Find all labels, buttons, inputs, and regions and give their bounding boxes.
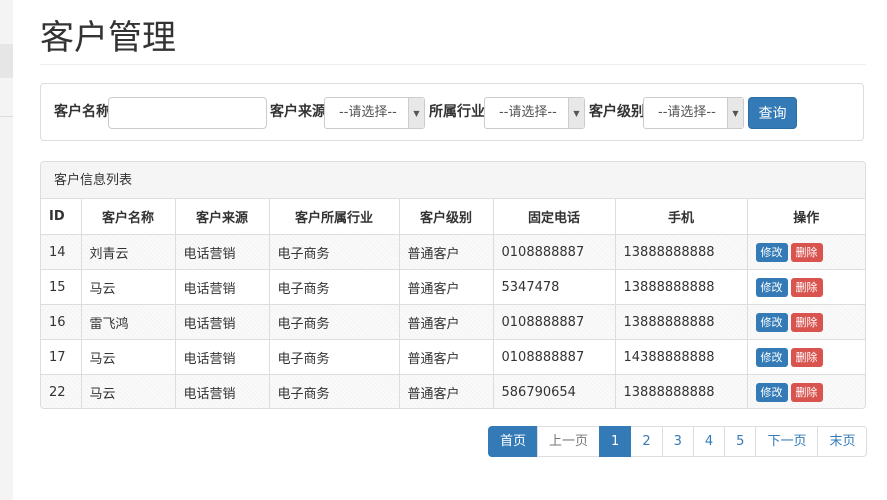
column-header: 固定电话 bbox=[493, 199, 616, 235]
cell-industry: 电子商务 bbox=[269, 234, 400, 270]
cell-mobile: 14388888888 bbox=[615, 339, 748, 375]
edit-button[interactable]: 修改 bbox=[755, 312, 788, 332]
sidebar-active-item[interactable] bbox=[0, 44, 13, 78]
cell-actions: 修改 删除 bbox=[747, 304, 865, 340]
cell-name: 刘青云 bbox=[81, 234, 176, 270]
table-row: 16 雷飞鸿 电话营销 电子商务 普通客户 0108888887 1388888… bbox=[41, 304, 865, 340]
chevron-down-icon: ▼ bbox=[408, 98, 424, 128]
cell-name: 马云 bbox=[81, 269, 176, 305]
cell-industry: 电子商务 bbox=[269, 304, 400, 340]
delete-button[interactable]: 删除 bbox=[790, 242, 823, 262]
cell-industry: 电子商务 bbox=[269, 269, 400, 305]
customer-level-value: --请选择-- bbox=[658, 105, 716, 120]
customer-source-value: --请选择-- bbox=[339, 105, 397, 120]
cell-source: 电话营销 bbox=[175, 234, 270, 270]
page-link-1[interactable]: 1 bbox=[599, 426, 632, 457]
cell-source: 电话营销 bbox=[175, 339, 270, 375]
page-link-4[interactable]: 4 bbox=[692, 426, 726, 457]
customer-level-label: 客户级别 bbox=[589, 104, 645, 120]
customer-source-label: 客户来源 bbox=[270, 104, 326, 120]
cell-phone: 0108888887 bbox=[493, 339, 616, 375]
cell-phone: 586790654 bbox=[493, 374, 616, 408]
cell-name: 马云 bbox=[81, 339, 176, 375]
cell-name: 雷飞鸿 bbox=[81, 304, 176, 340]
cell-actions: 修改 删除 bbox=[747, 269, 865, 305]
table-row: 14 刘青云 电话营销 电子商务 普通客户 0108888887 1388888… bbox=[41, 234, 865, 270]
cell-industry: 电子商务 bbox=[269, 339, 400, 375]
customer-name-input[interactable] bbox=[108, 97, 267, 129]
edit-button[interactable]: 修改 bbox=[755, 242, 788, 262]
customer-table: ID 客户名称 客户来源 客户所属行业 客户级别 固定电话 手机 操作 14 刘… bbox=[41, 199, 865, 408]
cell-mobile: 13888888888 bbox=[615, 269, 748, 305]
cell-mobile: 13888888888 bbox=[615, 234, 748, 270]
industry-select[interactable]: --请选择-- ▼ bbox=[484, 97, 585, 129]
cell-id: 22 bbox=[41, 374, 82, 408]
cell-phone: 0108888887 bbox=[493, 304, 616, 340]
sidebar-divider bbox=[0, 116, 13, 117]
cell-level: 普通客户 bbox=[399, 269, 494, 305]
cell-level: 普通客户 bbox=[399, 339, 494, 375]
cell-id: 15 bbox=[41, 269, 82, 305]
chevron-down-icon: ▼ bbox=[727, 98, 743, 128]
delete-button[interactable]: 删除 bbox=[790, 312, 823, 332]
cell-level: 普通客户 bbox=[399, 374, 494, 408]
cell-id: 16 bbox=[41, 304, 82, 340]
column-header: 手机 bbox=[615, 199, 748, 235]
delete-button[interactable]: 删除 bbox=[790, 277, 823, 297]
first-page-link[interactable]: 首页 bbox=[488, 426, 539, 457]
last-page-link[interactable]: 末页 bbox=[817, 426, 868, 457]
cell-phone: 0108888887 bbox=[493, 234, 616, 270]
page-link-3[interactable]: 3 bbox=[661, 426, 694, 457]
page-title: 客户管理 bbox=[40, 18, 176, 58]
table-row: 15 马云 电话营销 电子商务 普通客户 5347478 13888888888… bbox=[41, 269, 865, 305]
column-header: 客户来源 bbox=[175, 199, 270, 235]
page-link-2[interactable]: 2 bbox=[630, 426, 663, 457]
column-header: 客户级别 bbox=[399, 199, 494, 235]
cell-id: 17 bbox=[41, 339, 82, 375]
customer-list-panel: 客户信息列表 ID 客户名称 客户来源 客户所属行业 客户级别 固定电话 手机 … bbox=[40, 161, 866, 409]
cell-actions: 修改 删除 bbox=[747, 339, 865, 375]
table-row: 17 马云 电话营销 电子商务 普通客户 0108888887 14388888… bbox=[41, 339, 865, 375]
industry-label: 所属行业 bbox=[429, 104, 485, 120]
cell-actions: 修改 删除 bbox=[747, 374, 865, 408]
chevron-down-icon: ▼ bbox=[568, 98, 584, 128]
cell-source: 电话营销 bbox=[175, 304, 270, 340]
edit-button[interactable]: 修改 bbox=[755, 347, 788, 367]
pagination: 首页 上一页 1 2 3 4 5 下一页 末页 bbox=[488, 426, 868, 457]
cell-id: 14 bbox=[41, 234, 82, 270]
customer-source-select[interactable]: --请选择-- ▼ bbox=[324, 97, 425, 129]
next-page-link[interactable]: 下一页 bbox=[755, 426, 819, 457]
cell-level: 普通客户 bbox=[399, 304, 494, 340]
table-header-row: ID 客户名称 客户来源 客户所属行业 客户级别 固定电话 手机 操作 bbox=[41, 199, 865, 235]
customer-level-select[interactable]: --请选择-- ▼ bbox=[643, 97, 744, 129]
cell-industry: 电子商务 bbox=[269, 374, 400, 408]
customer-name-label: 客户名称 bbox=[54, 104, 110, 120]
edit-button[interactable]: 修改 bbox=[755, 382, 788, 402]
cell-actions: 修改 删除 bbox=[747, 234, 865, 270]
cell-mobile: 13888888888 bbox=[615, 374, 748, 408]
cell-mobile: 13888888888 bbox=[615, 304, 748, 340]
column-header: 客户名称 bbox=[81, 199, 176, 235]
prev-page-link[interactable]: 上一页 bbox=[537, 426, 601, 457]
title-divider bbox=[40, 64, 866, 65]
page-link-5[interactable]: 5 bbox=[724, 426, 757, 457]
industry-value: --请选择-- bbox=[499, 105, 557, 120]
query-button[interactable]: 查询 bbox=[748, 97, 797, 129]
column-header: 客户所属行业 bbox=[269, 199, 400, 235]
edit-button[interactable]: 修改 bbox=[755, 277, 788, 297]
cell-level: 普通客户 bbox=[399, 234, 494, 270]
left-sidebar-edge bbox=[0, 0, 13, 500]
cell-phone: 5347478 bbox=[493, 269, 616, 305]
column-header: ID bbox=[41, 199, 82, 235]
search-panel: 客户名称 客户来源 --请选择-- ▼ 所属行业 --请选择-- ▼ 客户级别 … bbox=[40, 83, 864, 141]
delete-button[interactable]: 删除 bbox=[790, 347, 823, 367]
table-row: 22 马云 电话营销 电子商务 普通客户 586790654 138888888… bbox=[41, 374, 865, 408]
panel-title: 客户信息列表 bbox=[41, 162, 865, 199]
cell-source: 电话营销 bbox=[175, 269, 270, 305]
cell-source: 电话营销 bbox=[175, 374, 270, 408]
cell-name: 马云 bbox=[81, 374, 176, 408]
delete-button[interactable]: 删除 bbox=[790, 382, 823, 402]
column-header: 操作 bbox=[747, 199, 865, 235]
